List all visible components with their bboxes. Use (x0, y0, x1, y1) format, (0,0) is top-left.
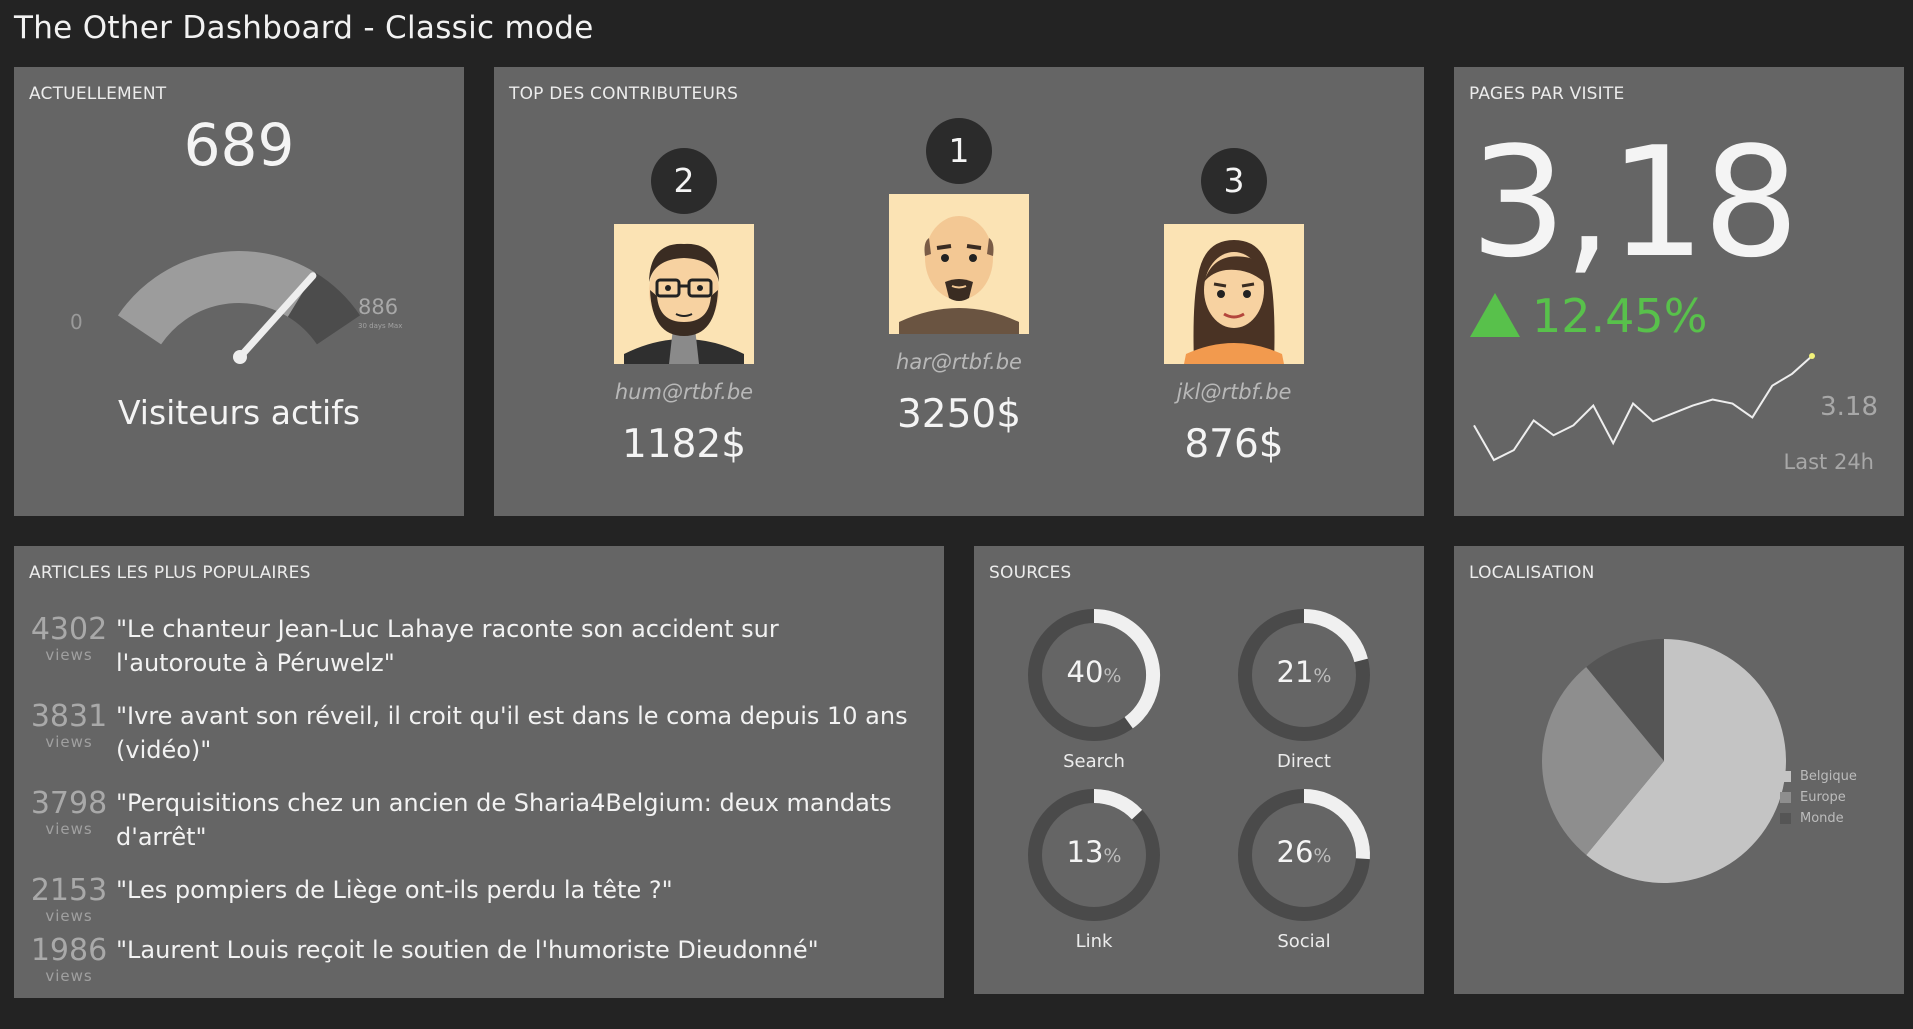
legend-swatch (1780, 792, 1791, 803)
pie-legend: Belgique Europe Monde (1780, 766, 1857, 829)
source-percent: 26% (1276, 835, 1332, 869)
legend-item[interactable]: Monde (1780, 808, 1857, 829)
contributor-email: har@rtbf.be (896, 350, 1022, 374)
contributor-email: jkl@rtbf.be (1176, 380, 1292, 404)
article-title[interactable]: "Perquisitions chez un ancien de Sharia4… (116, 786, 916, 854)
source-social[interactable]: 26% Social (1224, 787, 1384, 957)
views-label: views (45, 907, 93, 925)
panel-title: SOURCES (989, 563, 1072, 583)
source-percent: 21% (1276, 655, 1332, 689)
gauge-max-label: 886 (358, 295, 399, 319)
source-name: Direct (1277, 751, 1331, 772)
top-contributors-panel: TOP DES CONTRIBUTEURS 2 hum@rtbf.be 1182… (494, 67, 1424, 516)
gauge-max-sublabel: 30 days Max (358, 322, 403, 330)
pages-per-visit-panel: PAGES PAR VISITE 3,18 12.45% 3.18 Last 2… (1454, 67, 1904, 516)
views-label: views (45, 820, 93, 838)
source-link[interactable]: 13% Link (1014, 787, 1174, 957)
source-direct[interactable]: 21% Direct (1224, 607, 1384, 777)
active-visitors-label: Visiteurs actifs (117, 393, 361, 432)
contributor-card[interactable]: 3 jkl@rtbf.be 876$ (1114, 67, 1354, 516)
contributor-email: hum@rtbf.be (614, 380, 754, 404)
ring-value-arc (1303, 609, 1368, 663)
views-label: views (45, 967, 93, 985)
location-panel: LOCALISATION Belgique Europe Monde (1454, 546, 1904, 994)
app-title: The Other Dashboard - Classic mode (14, 10, 594, 46)
rank-badge: 2 (651, 148, 717, 214)
contributor-card[interactable]: 2 hum@rtbf.be 1182$ (564, 67, 804, 516)
active-visitors-panel: ACTUELLEMENT 689 0 886 30 days Max Visit… (14, 67, 464, 516)
legend-swatch (1780, 771, 1791, 782)
source-search[interactable]: 40% Search (1014, 607, 1174, 777)
avatar (889, 194, 1029, 334)
sparkline-period: Last 24h (1783, 450, 1874, 474)
legend-label: Europe (1800, 790, 1846, 805)
contributor-amount: 1182$ (621, 422, 747, 467)
article-views: 3798 (30, 786, 108, 821)
article-title[interactable]: "Les pompiers de Liège ont-ils perdu la … (116, 873, 916, 907)
article-views: 3831 (30, 699, 108, 734)
views-label: views (45, 646, 93, 664)
gauge-min-label: 0 (70, 310, 83, 334)
contributor-card[interactable]: 1 har@rtbf.be 3250$ (839, 67, 1079, 516)
views-label: views (45, 733, 93, 751)
avatar (614, 224, 754, 364)
article-title[interactable]: "Laurent Louis reçoit le soutien de l'hu… (116, 933, 916, 967)
sparkline-last-value: 3.18 (1820, 392, 1878, 422)
rank-badge: 1 (926, 118, 992, 184)
source-name: Link (1075, 931, 1113, 952)
gauge-needle-hub (233, 350, 247, 364)
legend-label: Belgique (1800, 769, 1857, 784)
sparkline-last-point (1809, 352, 1815, 359)
panel-title: ARTICLES LES PLUS POPULAIRES (29, 563, 311, 583)
sparkline-chart (1473, 352, 1815, 462)
contributor-amount: 3250$ (896, 392, 1022, 437)
legend-item[interactable]: Europe (1780, 787, 1857, 808)
popular-articles-panel: ARTICLES LES PLUS POPULAIRES 4302 views … (14, 546, 944, 998)
sparkline-series (1473, 355, 1813, 462)
article-title[interactable]: "Le chanteur Jean-Luc Lahaye raconte son… (116, 612, 916, 680)
avatar (1164, 224, 1304, 364)
article-views: 4302 (30, 612, 108, 647)
source-percent: 40% (1066, 655, 1122, 689)
visitors-gauge (117, 251, 361, 364)
source-name: Search (1063, 751, 1125, 772)
gauge-value-arc (117, 251, 315, 346)
legend-swatch (1780, 813, 1791, 824)
legend-item[interactable]: Belgique (1780, 766, 1857, 787)
source-name: Social (1277, 931, 1331, 952)
legend-label: Monde (1800, 811, 1844, 826)
sources-panel: SOURCES 40% Search 21% Direct 13% Link 2… (974, 546, 1424, 994)
ring-value-arc (1093, 789, 1143, 820)
article-views: 2153 (30, 873, 108, 908)
contributor-amount: 876$ (1184, 422, 1284, 467)
gauge-remaining-arc (287, 272, 361, 346)
article-views: 1986 (30, 933, 108, 968)
article-title[interactable]: "Ivre avant son réveil, il croit qu'il e… (116, 699, 916, 767)
rank-badge: 3 (1201, 148, 1267, 214)
source-percent: 13% (1066, 835, 1122, 869)
